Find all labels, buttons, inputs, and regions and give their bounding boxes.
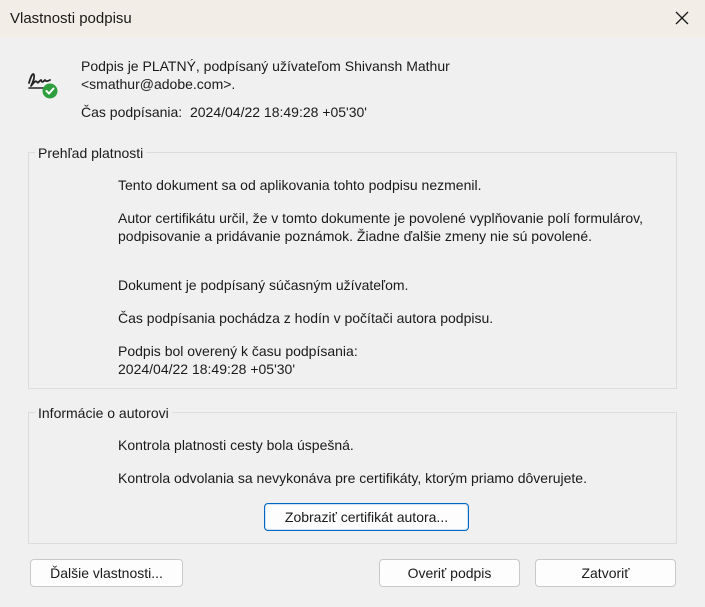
validity-paragraph: 2024/04/22 18:49:28 +05'30'	[118, 361, 296, 377]
validity-paragraph: Podpis bol overený k času podpísania:	[118, 343, 358, 359]
close-icon	[675, 11, 689, 25]
validate-signature-button[interactable]: Overiť podpis	[379, 559, 520, 587]
close-window-button[interactable]	[667, 4, 697, 32]
show-signer-certificate-button[interactable]: Zobraziť certifikát autora...	[264, 503, 469, 531]
signing-time: Čas podpísania: 2024/04/22 18:49:28 +05'…	[81, 104, 367, 120]
signer-paragraph: Kontrola platnosti cesty bola úspešná.	[118, 437, 354, 453]
signature-status: Podpis je PLATNÝ, podpísaný užívateľom S…	[81, 57, 681, 93]
signer-paragraph: Kontrola odvolania sa nevykonáva pre cer…	[118, 470, 587, 486]
advanced-properties-button[interactable]: Ďalšie vlastnosti...	[30, 559, 183, 587]
validity-paragraph: Tento dokument sa od aplikovania tohto p…	[118, 177, 482, 193]
window-title: Vlastnosti podpisu	[10, 10, 132, 27]
signing-time-label: Čas podpísania:	[81, 104, 183, 120]
close-button[interactable]: Zatvoriť	[535, 559, 676, 587]
title-bar: Vlastnosti podpisu	[0, 0, 705, 37]
validity-paragraph: Čas podpísania pochádza z hodín v počíta…	[118, 310, 494, 326]
validity-summary-group: Prehľad platnosti Tento dokument sa od a…	[28, 144, 677, 389]
validity-paragraph: Dokument je podpísaný súčasným užívateľo…	[118, 277, 409, 293]
validity-summary-legend: Prehľad platnosti	[35, 144, 147, 162]
signing-time-value: 2024/04/22 18:49:28 +05'30'	[189, 104, 367, 120]
signature-status-line-1: Podpis je PLATNÝ, podpísaný užívateľom S…	[81, 58, 450, 74]
signature-status-line-2: <smathur@adobe.com>.	[81, 76, 236, 92]
signature-valid-icon	[28, 73, 58, 99]
validity-paragraph: Autor certifikátu určil, že v tomto doku…	[118, 210, 643, 244]
signer-info-legend: Informácie o autorovi	[35, 404, 172, 422]
